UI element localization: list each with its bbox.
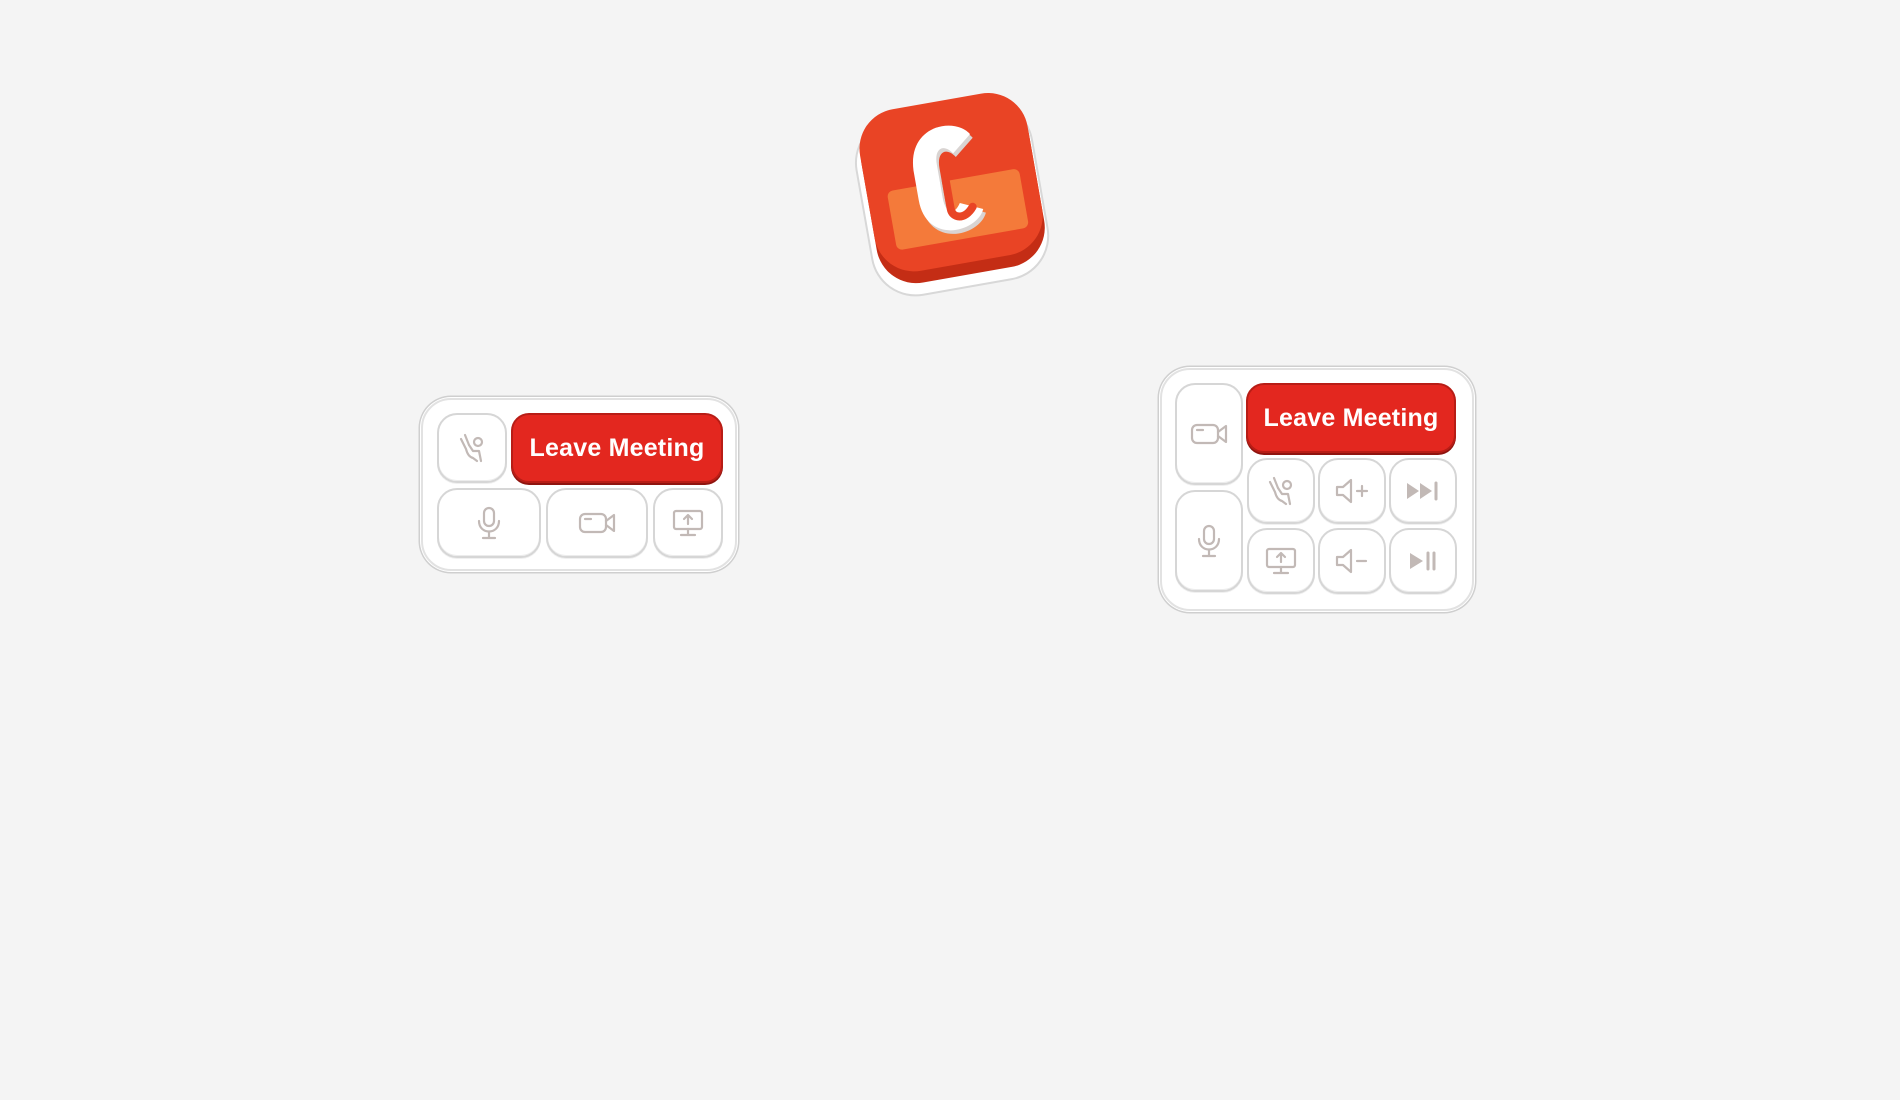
video-camera-icon [1190, 423, 1228, 445]
volume-up-button[interactable] [1318, 458, 1386, 524]
camera-button[interactable] [1175, 383, 1243, 485]
raise-hand-button[interactable] [437, 413, 507, 483]
compact-control-panel: Leave Meeting [421, 398, 737, 571]
app-logo-icon [854, 92, 1050, 297]
screen-share-icon [672, 509, 704, 537]
volume-down-icon [1335, 548, 1368, 574]
share-screen-button[interactable] [1247, 528, 1315, 594]
raise-hand-icon [1268, 476, 1293, 506]
microphone-button[interactable] [437, 488, 541, 558]
volume-down-button[interactable] [1318, 528, 1386, 594]
video-camera-icon [578, 512, 616, 534]
play-pause-button[interactable] [1389, 528, 1457, 594]
share-screen-button[interactable] [653, 488, 723, 558]
screen-share-icon [1265, 547, 1297, 575]
app-logo [848, 88, 1058, 298]
microphone-button[interactable] [1175, 490, 1243, 592]
play-pause-icon [1410, 551, 1436, 571]
leave-meeting-button[interactable]: Leave Meeting [511, 413, 723, 483]
volume-up-icon [1335, 478, 1369, 504]
next-track-button[interactable] [1389, 458, 1457, 524]
camera-button[interactable] [546, 488, 648, 558]
raise-hand-icon [459, 433, 484, 463]
microphone-icon [1197, 524, 1221, 558]
microphone-icon [477, 506, 501, 540]
extended-control-panel: Leave Meeting [1160, 368, 1474, 611]
next-track-icon [1407, 481, 1438, 501]
raise-hand-button[interactable] [1247, 458, 1315, 524]
leave-meeting-button[interactable]: Leave Meeting [1246, 383, 1456, 453]
